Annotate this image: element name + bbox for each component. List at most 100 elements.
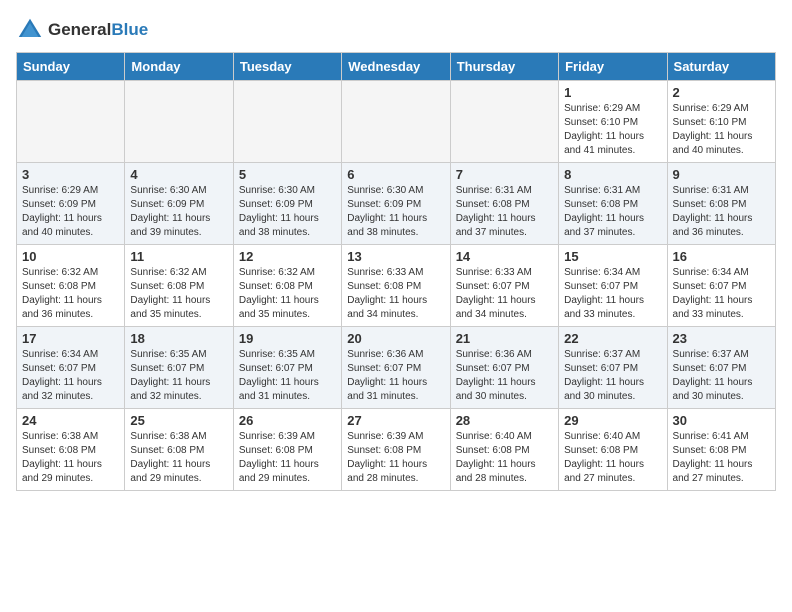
day-info: Sunrise: 6:35 AM Sunset: 6:07 PM Dayligh… [130,348,227,404]
day-cell: 4 Sunrise: 6:30 AM Sunset: 6:09 PM Daylig… [125,163,233,245]
day-cell: 25 Sunrise: 6:38 AM Sunset: 6:08 PM Dayli… [125,409,233,491]
day-info: Sunrise: 6:40 AM Sunset: 6:08 PM Dayligh… [456,430,553,486]
day-info: Sunrise: 6:29 AM Sunset: 6:10 PM Dayligh… [564,102,661,158]
day-number: 20 [347,331,444,346]
day-number: 12 [239,249,336,264]
day-info: Sunrise: 6:29 AM Sunset: 6:09 PM Dayligh… [22,184,119,240]
empty-cell [17,81,125,163]
day-info: Sunrise: 6:38 AM Sunset: 6:08 PM Dayligh… [130,430,227,486]
day-cell: 9 Sunrise: 6:31 AM Sunset: 6:08 PM Daylig… [667,163,775,245]
calendar-week-row: 1Sunrise: 6:29 AM Sunset: 6:10 PM Daylig… [17,81,776,163]
day-header-saturday: Saturday [667,53,775,81]
day-number: 28 [456,413,553,428]
day-info: Sunrise: 6:37 AM Sunset: 6:07 PM Dayligh… [564,348,661,404]
day-info: Sunrise: 6:32 AM Sunset: 6:08 PM Dayligh… [22,266,119,322]
day-info: Sunrise: 6:38 AM Sunset: 6:08 PM Dayligh… [22,430,119,486]
logo-icon [16,16,44,44]
day-cell: 21 Sunrise: 6:36 AM Sunset: 6:07 PM Dayli… [450,327,558,409]
day-number: 26 [239,413,336,428]
day-number: 15 [564,249,661,264]
day-number: 3 [22,167,119,182]
empty-cell [342,81,450,163]
day-cell: 18 Sunrise: 6:35 AM Sunset: 6:07 PM Dayli… [125,327,233,409]
empty-cell [233,81,341,163]
day-info: Sunrise: 6:30 AM Sunset: 6:09 PM Dayligh… [347,184,444,240]
day-cell: 20 Sunrise: 6:36 AM Sunset: 6:07 PM Dayli… [342,327,450,409]
day-header-sunday: Sunday [17,53,125,81]
day-cell: 13Sunrise: 6:33 AM Sunset: 6:08 PM Dayli… [342,245,450,327]
calendar-week-row: 17Sunrise: 6:34 AM Sunset: 6:07 PM Dayli… [17,327,776,409]
day-info: Sunrise: 6:33 AM Sunset: 6:07 PM Dayligh… [456,266,553,322]
day-number: 24 [22,413,119,428]
day-info: Sunrise: 6:40 AM Sunset: 6:08 PM Dayligh… [564,430,661,486]
day-cell: 28 Sunrise: 6:40 AM Sunset: 6:08 PM Dayli… [450,409,558,491]
day-cell: 8 Sunrise: 6:31 AM Sunset: 6:08 PM Daylig… [559,163,667,245]
day-info: Sunrise: 6:37 AM Sunset: 6:07 PM Dayligh… [673,348,770,404]
day-number: 19 [239,331,336,346]
logo: GeneralBlue [16,16,148,44]
day-header-thursday: Thursday [450,53,558,81]
day-cell: 12 Sunrise: 6:32 AM Sunset: 6:08 PM Dayli… [233,245,341,327]
day-cell: 2Sunrise: 6:29 AM Sunset: 6:10 PM Daylig… [667,81,775,163]
day-info: Sunrise: 6:31 AM Sunset: 6:08 PM Dayligh… [456,184,553,240]
day-info: Sunrise: 6:30 AM Sunset: 6:09 PM Dayligh… [130,184,227,240]
empty-cell [450,81,558,163]
day-cell: 10 Sunrise: 6:32 AM Sunset: 6:08 PM Dayli… [17,245,125,327]
day-number: 30 [673,413,770,428]
day-info: Sunrise: 6:41 AM Sunset: 6:08 PM Dayligh… [673,430,770,486]
day-number: 16 [673,249,770,264]
logo-general: General [48,20,111,39]
logo-blue: Blue [111,20,148,39]
day-info: Sunrise: 6:31 AM Sunset: 6:08 PM Dayligh… [673,184,770,240]
day-number: 7 [456,167,553,182]
day-cell: 29Sunrise: 6:40 AM Sunset: 6:08 PM Dayli… [559,409,667,491]
day-cell: 1Sunrise: 6:29 AM Sunset: 6:10 PM Daylig… [559,81,667,163]
day-info: Sunrise: 6:34 AM Sunset: 6:07 PM Dayligh… [564,266,661,322]
day-cell: 23 Sunrise: 6:37 AM Sunset: 6:07 PM Dayli… [667,327,775,409]
day-header-monday: Monday [125,53,233,81]
day-info: Sunrise: 6:39 AM Sunset: 6:08 PM Dayligh… [347,430,444,486]
day-cell: 17Sunrise: 6:34 AM Sunset: 6:07 PM Dayli… [17,327,125,409]
day-info: Sunrise: 6:36 AM Sunset: 6:07 PM Dayligh… [456,348,553,404]
day-info: Sunrise: 6:31 AM Sunset: 6:08 PM Dayligh… [564,184,661,240]
day-cell: 3 Sunrise: 6:29 AM Sunset: 6:09 PM Daylig… [17,163,125,245]
day-number: 13 [347,249,444,264]
day-info: Sunrise: 6:34 AM Sunset: 6:07 PM Dayligh… [22,348,119,404]
day-number: 14 [456,249,553,264]
page-header: GeneralBlue [16,16,776,44]
day-cell: 24 Sunrise: 6:38 AM Sunset: 6:08 PM Dayli… [17,409,125,491]
day-header-wednesday: Wednesday [342,53,450,81]
day-cell: 7 Sunrise: 6:31 AM Sunset: 6:08 PM Daylig… [450,163,558,245]
day-header-friday: Friday [559,53,667,81]
empty-cell [125,81,233,163]
day-number: 6 [347,167,444,182]
day-info: Sunrise: 6:30 AM Sunset: 6:09 PM Dayligh… [239,184,336,240]
day-cell: 26Sunrise: 6:39 AM Sunset: 6:08 PM Dayli… [233,409,341,491]
day-number: 5 [239,167,336,182]
day-number: 23 [673,331,770,346]
day-number: 18 [130,331,227,346]
logo-text: GeneralBlue [48,20,148,40]
day-number: 11 [130,249,227,264]
day-number: 27 [347,413,444,428]
day-info: Sunrise: 6:34 AM Sunset: 6:07 PM Dayligh… [673,266,770,322]
day-number: 21 [456,331,553,346]
calendar: SundayMondayTuesdayWednesdayThursdayFrid… [16,52,776,491]
day-cell: 5 Sunrise: 6:30 AM Sunset: 6:09 PM Daylig… [233,163,341,245]
day-cell: 19 Sunrise: 6:35 AM Sunset: 6:07 PM Dayli… [233,327,341,409]
day-cell: 11 Sunrise: 6:32 AM Sunset: 6:08 PM Dayli… [125,245,233,327]
day-number: 8 [564,167,661,182]
day-number: 9 [673,167,770,182]
calendar-week-row: 3 Sunrise: 6:29 AM Sunset: 6:09 PM Daylig… [17,163,776,245]
calendar-header-row: SundayMondayTuesdayWednesdayThursdayFrid… [17,53,776,81]
day-number: 4 [130,167,227,182]
day-number: 10 [22,249,119,264]
day-info: Sunrise: 6:29 AM Sunset: 6:10 PM Dayligh… [673,102,770,158]
day-info: Sunrise: 6:36 AM Sunset: 6:07 PM Dayligh… [347,348,444,404]
day-info: Sunrise: 6:32 AM Sunset: 6:08 PM Dayligh… [239,266,336,322]
day-cell: 30 Sunrise: 6:41 AM Sunset: 6:08 PM Dayli… [667,409,775,491]
day-info: Sunrise: 6:32 AM Sunset: 6:08 PM Dayligh… [130,266,227,322]
day-info: Sunrise: 6:35 AM Sunset: 6:07 PM Dayligh… [239,348,336,404]
day-header-tuesday: Tuesday [233,53,341,81]
day-number: 25 [130,413,227,428]
